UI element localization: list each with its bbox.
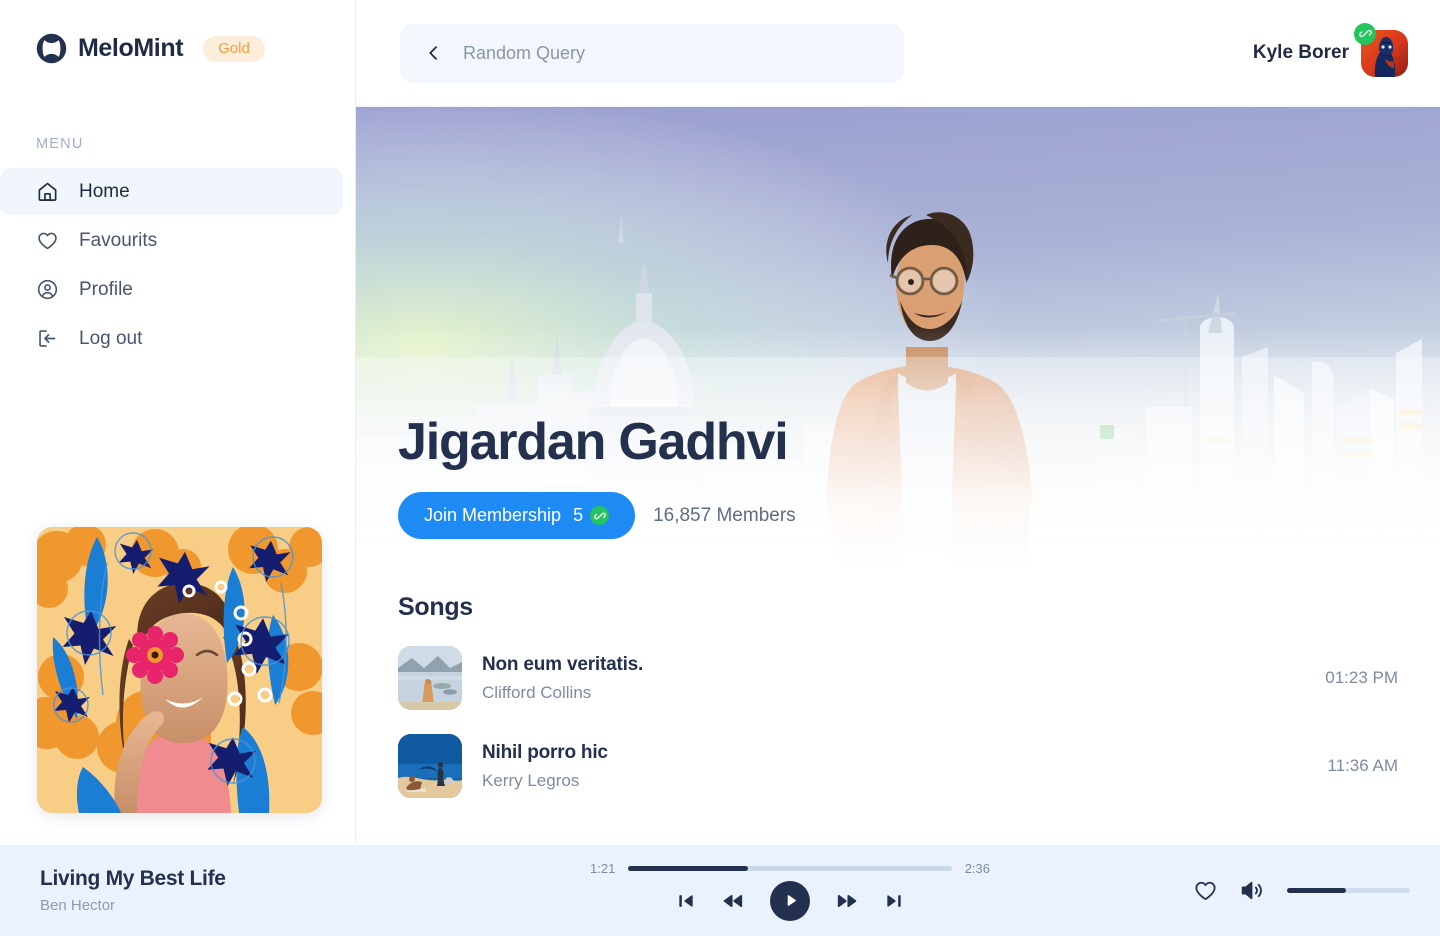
- progress-row: 1:21 2:36: [590, 861, 990, 876]
- album-art-card[interactable]: [37, 527, 322, 813]
- player-right-controls: [1193, 878, 1410, 903]
- table-row[interactable]: Non eum veritatis. Clifford Collins 01:2…: [398, 646, 1398, 710]
- menu-section-label: MENU: [36, 136, 355, 152]
- search-input[interactable]: Random Query: [463, 43, 585, 64]
- now-playing: Living My Best Life Ben Hector: [40, 867, 510, 914]
- sidebar: MeloMint Gold MENU Home: [0, 0, 356, 845]
- volume-slider[interactable]: [1287, 888, 1410, 893]
- heart-icon: [36, 229, 59, 252]
- songs-section-title: Songs: [398, 593, 1398, 622]
- progress-fill: [628, 866, 748, 871]
- songs-section: Songs: [356, 567, 1440, 798]
- search-bar[interactable]: Random Query: [400, 24, 904, 83]
- player-controls: 1:21 2:36: [510, 861, 1070, 921]
- play-icon[interactable]: [770, 881, 810, 921]
- melomint-logo-icon: [36, 33, 67, 64]
- avatar[interactable]: [1361, 30, 1408, 77]
- volume-fill: [1287, 888, 1346, 893]
- content-scroll-area[interactable]: Jigardan Gadhvi Join Membership 5: [356, 107, 1440, 845]
- hero-action-row: Join Membership 5: [398, 492, 796, 539]
- sidebar-item-home[interactable]: Home: [0, 168, 343, 215]
- song-thumbnail: [398, 646, 462, 710]
- chevron-left-icon[interactable]: [424, 43, 444, 63]
- now-playing-title: Living My Best Life: [40, 867, 510, 891]
- song-artist: Kerry Legros: [482, 771, 608, 791]
- now-playing-artist: Ben Hector: [40, 897, 510, 914]
- verified-badge-icon: [1354, 23, 1376, 45]
- topbar: Random Query Kyle Borer: [356, 0, 1440, 107]
- player-bar: Living My Best Life Ben Hector 1:21 2:36: [0, 845, 1440, 936]
- sidebar-item-profile[interactable]: Profile: [0, 266, 343, 313]
- song-title: Non eum veritatis.: [482, 654, 643, 676]
- home-icon: [36, 180, 59, 203]
- rewind-icon[interactable]: [722, 890, 744, 912]
- user-circle-icon: [36, 278, 59, 301]
- sidebar-item-label: Profile: [79, 279, 133, 301]
- table-row[interactable]: Nihil porro hic Kerry Legros 11:36 AM: [398, 734, 1398, 798]
- song-thumbnail: [398, 734, 462, 798]
- sidebar-item-label: Log out: [79, 328, 142, 350]
- transport-controls: [676, 881, 904, 921]
- song-artist: Clifford Collins: [482, 683, 643, 703]
- heart-icon[interactable]: [1193, 878, 1218, 903]
- volume-icon[interactable]: [1240, 878, 1265, 903]
- app-root: MeloMint Gold MENU Home: [0, 0, 1440, 936]
- join-membership-label: Join Membership: [424, 505, 561, 526]
- hero-banner: Jigardan Gadhvi Join Membership 5: [356, 107, 1440, 567]
- user-name: Kyle Borer: [1253, 42, 1349, 64]
- main-content: Random Query Kyle Borer: [356, 0, 1440, 845]
- sidebar-item-logout[interactable]: Log out: [0, 315, 343, 362]
- brand-name: MeloMint: [78, 34, 183, 63]
- join-price-value: 5: [573, 505, 583, 526]
- elapsed-time: 1:21: [590, 861, 615, 876]
- song-meta: Non eum veritatis. Clifford Collins: [482, 654, 643, 703]
- join-membership-price: 5: [573, 505, 609, 526]
- song-title: Nihil porro hic: [482, 742, 608, 764]
- members-count: 16,857 Members: [653, 505, 796, 527]
- brand-tier-badge: Gold: [203, 36, 265, 62]
- sidebar-item-label: Favourits: [79, 230, 157, 252]
- song-meta: Nihil porro hic Kerry Legros: [482, 742, 608, 791]
- sidebar-item-favourits[interactable]: Favourits: [0, 217, 343, 264]
- user-menu[interactable]: Kyle Borer: [1253, 30, 1408, 77]
- brand[interactable]: MeloMint Gold: [0, 0, 355, 64]
- page-title: Jigardan Gadhvi: [398, 415, 796, 470]
- floral-collage-artwork: [37, 527, 322, 813]
- skip-back-icon[interactable]: [676, 891, 696, 911]
- progress-slider[interactable]: [628, 866, 951, 871]
- logout-icon: [36, 327, 59, 350]
- join-membership-button[interactable]: Join Membership 5: [398, 492, 635, 539]
- hero-text-block: Jigardan Gadhvi Join Membership 5: [398, 415, 796, 539]
- sidebar-item-label: Home: [79, 181, 130, 203]
- skip-forward-icon[interactable]: [884, 891, 904, 911]
- duration-time: 2:36: [965, 861, 990, 876]
- fast-forward-icon[interactable]: [836, 890, 858, 912]
- song-time: 11:36 AM: [1327, 756, 1398, 776]
- sidebar-nav: Home Favourits Profile: [0, 168, 355, 362]
- song-time: 01:23 PM: [1325, 668, 1398, 688]
- token-coin-icon: [590, 506, 609, 525]
